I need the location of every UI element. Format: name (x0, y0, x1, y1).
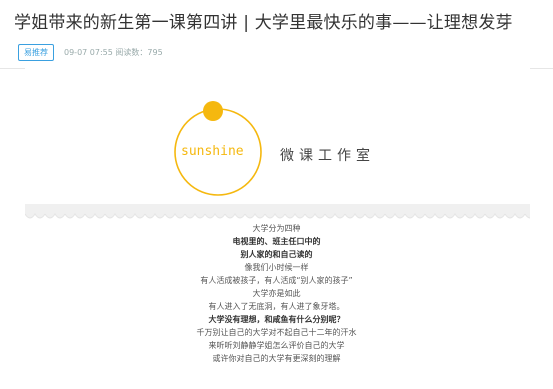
content-line: 千万别让自己的大学对不起自己十二年的汗水 (196, 328, 357, 337)
content-line: 或许你对自己的大学有更深刻的理解 (212, 354, 341, 363)
studio-name: 微课工作室 (280, 148, 375, 164)
content-line: 别人家的和自己读的 (240, 250, 313, 259)
logo-text: sunshine (181, 144, 244, 159)
content-line: 像我们小时候一样 (244, 263, 309, 272)
content-line: 来听听刘静静学姐怎么评价自己的大学 (208, 341, 345, 350)
content-line: 有人进入了无底洞，有人进了象牙塔。 (208, 302, 345, 311)
content-line: 大学分为四种 (252, 224, 301, 233)
article-title: 学姐带来的新生第一课第四讲 | 大学里最快乐的事——让理想发芽 (14, 13, 513, 33)
article-meta: 易推荐 09-07 07:55 阅读数：795 (18, 43, 163, 61)
article-body: 大学分为四种 电视里的、班主任口中的 别人家的和自己读的 像我们小时候一样 有人… (0, 222, 553, 365)
content-line: 大学亦是如此 (252, 289, 301, 298)
scallop-divider (25, 204, 530, 222)
content-line: 有人活成被孩子，有人活成“别人家的孩子” (200, 276, 353, 285)
content-line: 大学没有理想，和咸鱼有什么分别呢？ (208, 315, 345, 324)
content-line: 电视里的、班主任口中的 (232, 237, 321, 246)
publish-info: 09-07 07:55 阅读数：795 (64, 47, 163, 57)
recommend-badge[interactable]: 易推荐 (18, 43, 54, 61)
